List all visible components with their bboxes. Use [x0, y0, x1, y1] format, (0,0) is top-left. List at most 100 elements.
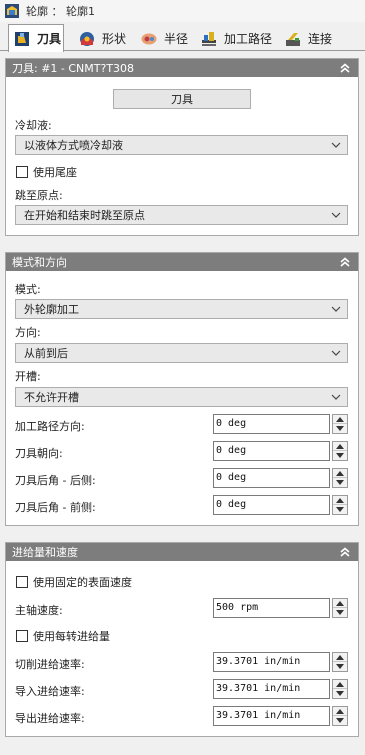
stepper-arrows[interactable]: [332, 652, 348, 672]
tool-icon: [15, 31, 29, 46]
cut-feed-input[interactable]: 39.3701 in/min: [213, 652, 330, 672]
radius-icon: [141, 33, 157, 44]
profile-icon: [5, 4, 19, 18]
lead-in-feed-stepper[interactable]: 39.3701 in/min: [213, 679, 349, 699]
mode-label: 模式:: [15, 283, 41, 296]
tab-tool[interactable]: 刀具: [8, 24, 64, 52]
lead-out-feed-label: 导出进给速率:: [15, 712, 85, 725]
spindle-speed-stepper[interactable]: 500 rpm: [213, 598, 349, 618]
stepper-arrows[interactable]: [332, 468, 348, 488]
tool-panel-header: 刀具: #1 - CNMT?T308: [6, 59, 358, 77]
spindle-speed-input[interactable]: 500 rpm: [213, 598, 330, 618]
grooving-value: 不允许开槽: [24, 391, 79, 404]
stepper-arrows[interactable]: [332, 679, 348, 699]
shape-icon: [80, 31, 94, 46]
arrow-down-icon[interactable]: [333, 608, 347, 617]
stepper-arrows[interactable]: [332, 414, 348, 434]
arrow-up-icon[interactable]: [333, 469, 347, 478]
home-select[interactable]: 在开始和结束时跳至原点: [15, 205, 348, 225]
spindle-speed-label: 主轴速度:: [15, 604, 63, 617]
panel-title: 刀具: #1 - CNMT?T308: [12, 62, 135, 75]
arrow-down-icon[interactable]: [333, 424, 347, 433]
chevron-down-icon: [331, 212, 341, 218]
arrow-down-icon[interactable]: [333, 478, 347, 487]
tool-panel: 刀具: #1 - CNMT?T308 刀具 冷却液: 以液体方式喷冷却液 使用尾…: [5, 58, 359, 236]
arrow-up-icon[interactable]: [333, 496, 347, 505]
arrow-up-icon[interactable]: [333, 599, 347, 608]
lead-in-feed-label: 导入进给速率:: [15, 685, 85, 698]
cut-feed-stepper[interactable]: 39.3701 in/min: [213, 652, 349, 672]
mode-select[interactable]: 外轮廓加工: [15, 299, 348, 319]
front-clearance-input[interactable]: 0 deg: [213, 495, 330, 515]
back-clearance-label: 刀具后角 - 后侧:: [15, 474, 96, 487]
checkbox-box[interactable]: [16, 630, 28, 642]
chevron-down-icon: [331, 306, 341, 312]
collapse-icon[interactable]: [338, 545, 352, 559]
css-label: 使用固定的表面速度: [33, 576, 132, 589]
toolpath-direction-stepper[interactable]: 0 deg: [213, 414, 349, 434]
tool-select-button[interactable]: 刀具: [113, 89, 251, 109]
panel-title: 模式和方向: [12, 256, 67, 269]
tool-orientation-stepper[interactable]: 0 deg: [213, 441, 349, 461]
arrow-down-icon[interactable]: [333, 716, 347, 725]
arrow-down-icon[interactable]: [333, 505, 347, 514]
back-clearance-stepper[interactable]: 0 deg: [213, 468, 349, 488]
arrow-up-icon[interactable]: [333, 653, 347, 662]
tailstock-label: 使用尾座: [33, 166, 77, 179]
tab-label: 形状: [102, 32, 127, 46]
grooving-select[interactable]: 不允许开槽: [15, 387, 348, 407]
tab-label: 刀具: [37, 32, 62, 46]
link-icon: [286, 32, 300, 46]
grooving-label: 开槽:: [15, 370, 41, 383]
coolant-select[interactable]: 以液体方式喷冷却液: [15, 135, 348, 155]
tab-radius[interactable]: 半径: [136, 26, 192, 51]
tab-link[interactable]: 连接: [280, 26, 336, 51]
direction-label: 方向:: [15, 326, 41, 339]
tab-label: 连接: [308, 32, 333, 46]
stepper-arrows[interactable]: [332, 441, 348, 461]
arrow-up-icon[interactable]: [333, 680, 347, 689]
feed-panel: 进给量和速度 使用固定的表面速度 主轴速度: 500 rpm 使用每转进给量 切…: [5, 542, 359, 737]
back-clearance-input[interactable]: 0 deg: [213, 468, 330, 488]
title-bar: 轮廓 ： 轮廓1: [0, 0, 365, 22]
coolant-label: 冷却液:: [15, 119, 52, 132]
toolpath-direction-label: 加工路径方向:: [15, 420, 85, 433]
tailstock-checkbox[interactable]: 使用尾座: [16, 164, 77, 180]
home-value: 在开始和结束时跳至原点: [24, 209, 145, 222]
lead-in-feed-input[interactable]: 39.3701 in/min: [213, 679, 330, 699]
feed-per-rev-checkbox[interactable]: 使用每转进给量: [16, 628, 110, 644]
front-clearance-label: 刀具后角 - 前侧:: [15, 501, 96, 514]
tab-bar: 刀具 形状 半径 加工路径 连接: [0, 24, 365, 52]
panel-title: 进给量和速度: [12, 546, 78, 559]
stepper-arrows[interactable]: [332, 706, 348, 726]
arrow-up-icon[interactable]: [333, 707, 347, 716]
cut-feed-label: 切削进给速率:: [15, 658, 85, 671]
feed-panel-header: 进给量和速度: [6, 543, 358, 561]
front-clearance-stepper[interactable]: 0 deg: [213, 495, 349, 515]
chevron-down-icon: [331, 350, 341, 356]
arrow-down-icon[interactable]: [333, 451, 347, 460]
direction-select[interactable]: 从前到后: [15, 343, 348, 363]
checkbox-box[interactable]: [16, 166, 28, 178]
toolpath-direction-input[interactable]: 0 deg: [213, 414, 330, 434]
tool-orientation-input[interactable]: 0 deg: [213, 441, 330, 461]
tab-shape[interactable]: 形状: [74, 26, 130, 51]
window-title: 轮廓 ： 轮廓1: [26, 5, 95, 18]
collapse-icon[interactable]: [338, 255, 352, 269]
chevron-down-icon: [331, 142, 341, 148]
collapse-icon[interactable]: [338, 61, 352, 75]
arrow-down-icon[interactable]: [333, 689, 347, 698]
lead-out-feed-input[interactable]: 39.3701 in/min: [213, 706, 330, 726]
stepper-arrows[interactable]: [332, 495, 348, 515]
home-label: 跳至原点:: [15, 189, 63, 202]
arrow-down-icon[interactable]: [333, 662, 347, 671]
css-checkbox[interactable]: 使用固定的表面速度: [16, 574, 132, 590]
checkbox-box[interactable]: [16, 576, 28, 588]
tab-label: 半径: [164, 32, 189, 46]
lead-out-feed-stepper[interactable]: 39.3701 in/min: [213, 706, 349, 726]
arrow-up-icon[interactable]: [333, 442, 347, 451]
stepper-arrows[interactable]: [332, 598, 348, 618]
tab-label: 加工路径: [224, 32, 273, 46]
tab-toolpath[interactable]: 加工路径: [196, 26, 274, 51]
arrow-up-icon[interactable]: [333, 415, 347, 424]
